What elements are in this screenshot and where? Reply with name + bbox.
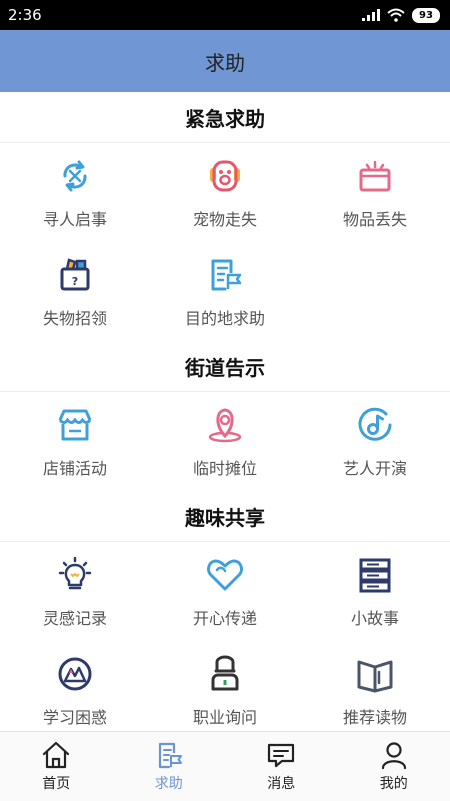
grid-item-lost-and-found[interactable]: ? 失物招领	[0, 242, 150, 341]
nav-label: 求助	[155, 773, 183, 793]
grid-item-happy-share[interactable]: 开心传递	[150, 542, 300, 641]
grid-label: 开心传递	[193, 605, 257, 629]
grid-item-inspiration[interactable]: 灵感记录	[0, 542, 150, 641]
emergency-grid: 寻人启事 宠物走失 物品丢失	[0, 143, 450, 341]
grid-label: 灵感记录	[43, 605, 107, 629]
bottom-nav: 首页 求助 消息 我的	[0, 731, 450, 801]
page-title: 求助	[205, 47, 245, 76]
status-icons: 93	[362, 8, 440, 23]
lightbulb-icon	[55, 555, 95, 595]
open-book-icon	[355, 654, 395, 694]
box-icon	[355, 156, 395, 196]
grid-item-career-inquiry[interactable]: 职业询问	[150, 641, 300, 740]
svg-text:?: ?	[72, 275, 78, 288]
music-note-icon	[355, 405, 395, 445]
battery-indicator: 93	[412, 8, 440, 23]
nav-home[interactable]: 首页	[0, 732, 113, 801]
grid-item-short-story[interactable]: 小故事	[300, 542, 450, 641]
shop-icon	[55, 405, 95, 445]
section-header-emergency: 紧急求助	[0, 92, 450, 143]
status-bar: 2:36 93	[0, 0, 450, 30]
grid-label: 艺人开演	[343, 455, 407, 479]
section-header-street-notice: 街道告示	[0, 341, 450, 392]
message-icon	[266, 740, 296, 770]
mountain-icon	[55, 654, 95, 694]
books-icon	[355, 555, 395, 595]
section-title: 趣味共享	[185, 502, 265, 531]
location-pin-icon	[205, 405, 245, 445]
pet-icon	[205, 156, 245, 196]
section-title: 街道告示	[185, 352, 265, 381]
grid-item-recommended-reading[interactable]: 推荐读物	[300, 641, 450, 740]
grid-label: 职业询问	[193, 704, 257, 728]
fun-share-grid: 灵感记录 开心传递 小故事 学习困惑	[0, 542, 450, 740]
grid-item-find-person[interactable]: 寻人启事	[0, 143, 150, 242]
grid-label: 推荐读物	[343, 704, 407, 728]
grid-item-temp-stall[interactable]: 临时摊位	[150, 392, 300, 491]
street-notice-grid: 店铺活动 临时摊位 艺人开演	[0, 392, 450, 491]
grid-label: 物品丢失	[343, 206, 407, 230]
section-header-fun-share: 趣味共享	[0, 491, 450, 542]
worker-icon	[205, 654, 245, 694]
destination-flag-icon	[205, 255, 245, 295]
grid-label: 学习困惑	[43, 704, 107, 728]
help-doc-icon	[154, 740, 184, 770]
grid-item-shop-event[interactable]: 店铺活动	[0, 392, 150, 491]
home-icon	[41, 740, 71, 770]
title-bar: 求助	[0, 30, 450, 92]
wifi-icon	[387, 8, 405, 22]
search-person-icon	[55, 156, 95, 196]
grid-label: 小故事	[351, 605, 399, 629]
nav-messages[interactable]: 消息	[225, 732, 338, 801]
nav-help[interactable]: 求助	[113, 732, 226, 801]
section-title: 紧急求助	[185, 103, 265, 132]
lost-found-icon: ?	[55, 255, 95, 295]
grid-item-lost-item[interactable]: 物品丢失	[300, 143, 450, 242]
grid-item-destination-help[interactable]: 目的地求助	[150, 242, 300, 341]
nav-label: 首页	[42, 773, 70, 793]
grid-label: 店铺活动	[43, 455, 107, 479]
nav-label: 我的	[380, 773, 408, 793]
grid-item-study-confusion[interactable]: 学习困惑	[0, 641, 150, 740]
signal-icon	[362, 9, 380, 21]
nav-profile[interactable]: 我的	[338, 732, 450, 801]
nav-label: 消息	[267, 773, 295, 793]
grid-label: 宠物走失	[193, 206, 257, 230]
main-content: 紧急求助 寻人启事 宠物走失	[0, 92, 450, 740]
grid-item-artist-show[interactable]: 艺人开演	[300, 392, 450, 491]
status-time: 2:36	[8, 6, 42, 24]
grid-label: 寻人启事	[43, 206, 107, 230]
heart-icon	[205, 555, 245, 595]
profile-icon	[379, 740, 409, 770]
grid-label: 临时摊位	[193, 455, 257, 479]
grid-label: 目的地求助	[185, 305, 265, 329]
grid-item-lost-pet[interactable]: 宠物走失	[150, 143, 300, 242]
grid-label: 失物招领	[43, 305, 107, 329]
